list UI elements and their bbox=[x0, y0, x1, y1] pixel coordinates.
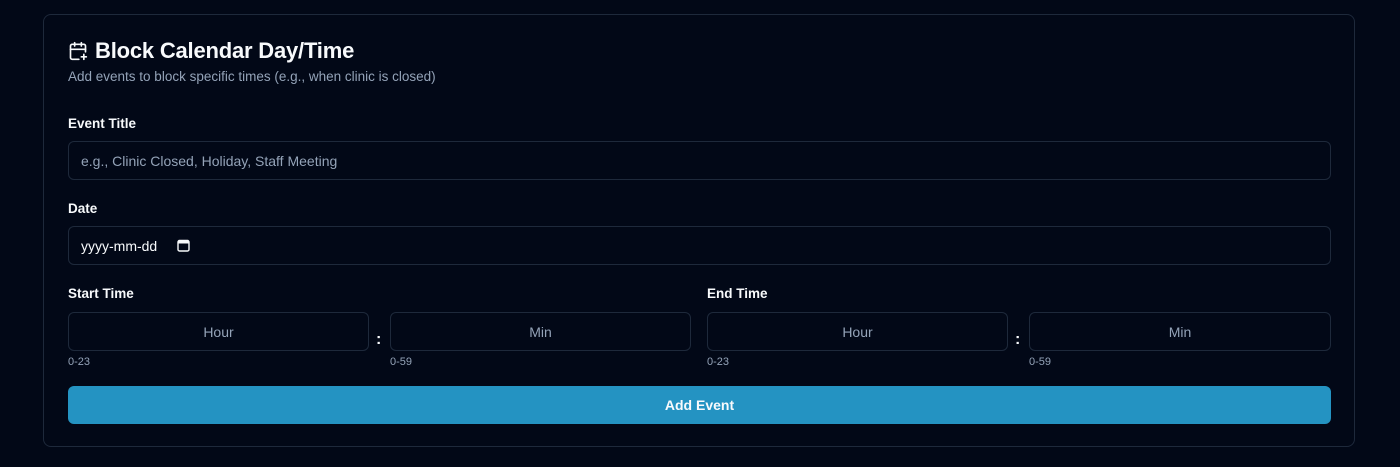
event-title-label: Event Title bbox=[68, 116, 137, 131]
card-header: Block Calendar Day/Time Add events to bl… bbox=[68, 38, 436, 84]
end-minute-hint: 0-59 bbox=[1029, 356, 1052, 368]
calendar-plus-icon bbox=[68, 41, 88, 61]
start-hour-input[interactable] bbox=[68, 312, 369, 351]
calendar-icon[interactable] bbox=[177, 239, 190, 252]
end-hour-hint: 0-23 bbox=[707, 356, 730, 368]
date-placeholder: yyyy-mm-dd bbox=[81, 237, 158, 254]
add-event-button[interactable]: Add Event bbox=[68, 386, 1331, 424]
start-minute-hint: 0-59 bbox=[390, 356, 413, 368]
start-time-label: Start Time bbox=[68, 286, 134, 301]
end-minute-input[interactable] bbox=[1029, 312, 1331, 351]
start-hour-hint: 0-23 bbox=[68, 356, 91, 368]
end-time-separator: : bbox=[1015, 331, 1021, 348]
start-minute-input[interactable] bbox=[390, 312, 691, 351]
page-subtitle: Add events to block specific times (e.g.… bbox=[68, 69, 436, 84]
date-input[interactable]: yyyy-mm-dd bbox=[68, 226, 1331, 265]
start-time-separator: : bbox=[376, 331, 382, 348]
event-title-input[interactable] bbox=[68, 141, 1331, 180]
date-label: Date bbox=[68, 201, 98, 216]
page-title: Block Calendar Day/Time bbox=[95, 38, 355, 63]
end-time-label: End Time bbox=[707, 286, 768, 301]
title-row: Block Calendar Day/Time bbox=[68, 38, 436, 63]
end-hour-input[interactable] bbox=[707, 312, 1008, 351]
block-calendar-card: Block Calendar Day/Time Add events to bl… bbox=[43, 14, 1355, 447]
